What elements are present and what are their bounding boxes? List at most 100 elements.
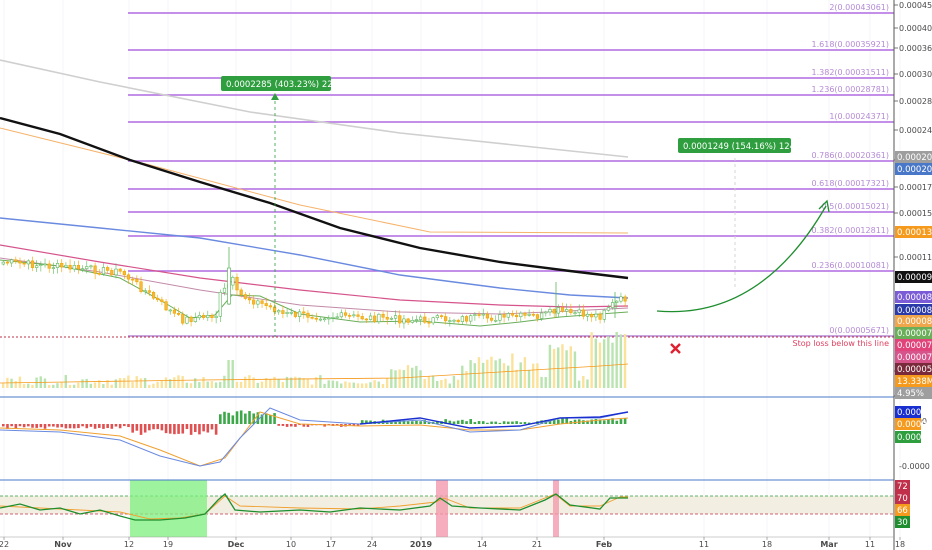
volume-bar [340, 383, 343, 388]
candle-body [185, 316, 189, 324]
macd-panel [0, 407, 629, 467]
macd-histogram-bar [348, 424, 351, 426]
volume-bar [110, 384, 113, 388]
macd-histogram-bar [68, 424, 72, 429]
axes: 0.0004500 0.0004000 0.0003600 0.0003000 0.00… [0, 0, 932, 550]
macd-histogram-bar [27, 424, 30, 427]
macd-histogram-bar [148, 424, 151, 431]
price-badge-text: 0.0002059 [897, 165, 932, 175]
macd-histogram-bar [173, 424, 176, 435]
stop-cross-icon [670, 343, 681, 354]
candle-body [368, 315, 373, 320]
candle-body [352, 314, 356, 317]
candle-body [293, 312, 298, 317]
price-badges: 0.0002073 0.0002059 0.0001315 0.0000950 0.00… [895, 151, 932, 528]
candle-body [343, 312, 348, 316]
volume-bar [410, 367, 414, 388]
volume-bar [223, 375, 226, 388]
volume-bar [210, 381, 214, 388]
candle-body [506, 313, 510, 318]
candle-body [97, 273, 101, 275]
macd-histogram-bar [168, 424, 172, 434]
candle-body [39, 264, 43, 266]
candle-body [606, 307, 611, 311]
macd-histogram-bar [106, 424, 109, 429]
price-badge-text: 0.0000808 [897, 306, 932, 316]
volume-bar [156, 381, 159, 388]
time-tick-label: 19 [163, 540, 173, 549]
volume-bar [56, 383, 59, 388]
time-tick-label: 11 [699, 540, 709, 549]
macd-histogram-bar [269, 414, 272, 424]
ma-gray [0, 59, 629, 158]
macd-signal-line [0, 411, 629, 467]
projection-arrow [656, 205, 827, 313]
volume-bar [152, 383, 155, 388]
macd-histogram-bar [210, 424, 214, 430]
candle-body [156, 297, 160, 301]
volume-bar [219, 381, 222, 388]
volume-bar [402, 370, 406, 388]
candle-body [385, 316, 389, 320]
macd-histogram-bar [114, 424, 118, 427]
macd-histogram-bar [573, 419, 577, 424]
fib-level-label: 1.618(0.00035921) [812, 40, 890, 49]
volume-bar [486, 359, 489, 388]
price-badge-text: 0.0000749 [897, 341, 932, 351]
volume-bar [131, 381, 134, 388]
macd-histogram-bar [10, 424, 13, 427]
time-tick-label: 12 [124, 540, 134, 549]
candle-body [14, 259, 18, 262]
volume-bar [22, 384, 26, 388]
fib-level-label: 1.382(0.00031511) [812, 68, 890, 77]
candle-body [348, 315, 352, 317]
macd-histogram-bar [102, 424, 105, 429]
time-tick-label: 14 [477, 540, 487, 549]
macd-histogram-bar [281, 424, 285, 426]
volume-bar [398, 369, 401, 388]
rsi-badge-text: 70 [897, 494, 908, 504]
candle-body [623, 296, 627, 302]
volume-bar [181, 376, 184, 388]
volume-bar [519, 362, 522, 388]
volume-bar [448, 383, 451, 388]
volume-bar [68, 384, 72, 388]
candle-body [80, 268, 85, 270]
candle-body [206, 315, 210, 318]
macd-histogram-bar [561, 418, 564, 424]
measure-arrow [271, 93, 279, 100]
candle-body [510, 313, 515, 316]
volume-bar [269, 379, 272, 388]
macd-histogram-bar [519, 422, 523, 424]
macd-histogram-bar [406, 421, 410, 424]
price-tick-label: 0.0004500 [899, 1, 932, 10]
macd-histogram-bar [465, 421, 468, 424]
volume-bar [477, 357, 481, 388]
ma-black [0, 116, 629, 280]
macd-histogram-bar [473, 422, 477, 424]
candle-body [272, 306, 277, 313]
candle-body [489, 317, 494, 321]
volume-bar [81, 379, 84, 388]
candle-body [327, 317, 331, 320]
candle-body [590, 313, 594, 318]
rsi-overbought-zone [436, 480, 448, 537]
volume-bar [390, 369, 393, 388]
candle-body [473, 314, 477, 317]
time-tick-label: 22 [0, 540, 9, 549]
macd-badge-text: 0.0000 [897, 408, 927, 418]
chart-svg[interactable]: 2(0.00043061) 1.618(0.00035921) 1.382(0.00… [0, 0, 932, 550]
volume-bar [582, 375, 585, 388]
time-tick-label: 24 [367, 540, 377, 549]
volume-bar [536, 363, 539, 388]
volume-bar [569, 346, 572, 388]
volume-bar [523, 357, 527, 388]
candle-body [431, 317, 435, 324]
candle-body [151, 292, 156, 299]
macd-tick-label: -0.0000 [899, 462, 930, 471]
macd-histogram-bar [498, 422, 502, 424]
price-badge-text: 0.0000805 [897, 317, 932, 327]
volume-bar [365, 383, 368, 388]
candle-body [502, 314, 506, 318]
volume-bar [586, 379, 589, 388]
